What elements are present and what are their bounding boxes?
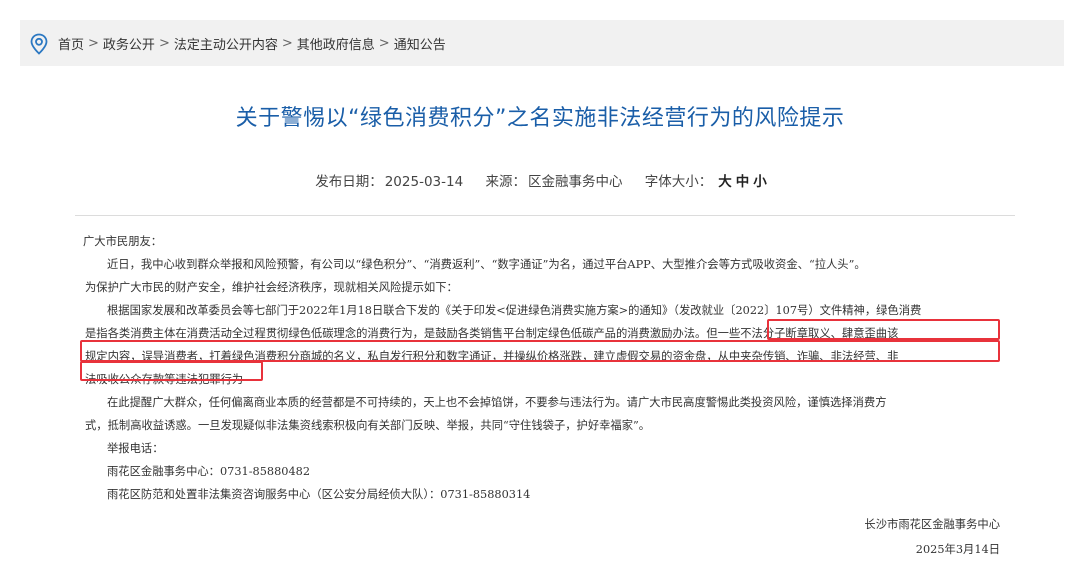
- source-label: 来源：: [485, 174, 526, 190]
- breadcrumb-separator: >: [158, 35, 170, 51]
- breadcrumb-separator: >: [281, 35, 293, 51]
- signature-date: 2025年3月14日: [915, 543, 1000, 556]
- paragraph-line: 近日，我中心收到群众举报和风险预警，有公司以“绿色积分”、“消费返利”、“数字通…: [107, 258, 866, 271]
- source-value: 区金融事务中心: [527, 174, 623, 190]
- paragraph-line: 为保护广大市民的财产安全，维护社会经济秩序，现就相关风险提示如下：: [85, 281, 458, 294]
- breadcrumb-gov-affairs[interactable]: 政务公开: [103, 34, 155, 53]
- report-phone-line: 雨花区金融事务中心：0731-85880482: [107, 465, 311, 478]
- breadcrumb-separator: >: [378, 35, 390, 51]
- highlight-box: [767, 319, 1000, 340]
- font-size-medium-button[interactable]: 中: [736, 174, 750, 190]
- breadcrumb-statutory-content[interactable]: 法定主动公开内容: [174, 34, 278, 53]
- highlight-box: [80, 361, 263, 381]
- breadcrumb-home[interactable]: 首页: [58, 34, 84, 53]
- report-phone-line: 雨花区防范和处置非法集资咨询服务中心（区公安分局经侦大队）：0731-85880…: [107, 488, 531, 501]
- highlight-box: [80, 340, 1000, 362]
- breadcrumb-notices[interactable]: 通知公告: [394, 34, 446, 53]
- paragraph-line: 在此提醒广大群众，任何偏离商业本质的经营都是不可持续的，天上也不会掉馅饼，不要参…: [107, 396, 887, 409]
- greeting: 广大市民朋友：: [83, 235, 163, 248]
- breadcrumb-separator: >: [88, 35, 99, 51]
- font-size-label: 字体大小：: [644, 174, 713, 190]
- page-title: 关于警惕以“绿色消费积分”之名实施非法经营行为的风险提示: [235, 106, 845, 131]
- publish-date-label: 发布日期：: [315, 174, 383, 190]
- publish-date: 2025-03-14: [384, 174, 464, 190]
- signature-org: 长沙市雨花区金融事务中心: [864, 518, 1000, 531]
- font-size-large-button[interactable]: 大: [718, 174, 732, 190]
- divider: [75, 215, 1015, 216]
- font-size-small-button[interactable]: 小: [753, 174, 767, 190]
- paragraph-line: 式，抵制高收益诱惑。一旦发现疑似非法集资线索积极向有关部门反映、举报，共同“守住…: [85, 419, 651, 432]
- location-pin-icon: [30, 33, 48, 55]
- report-label: 举报电话：: [107, 442, 164, 455]
- breadcrumb-other-info[interactable]: 其他政府信息: [297, 34, 375, 53]
- paragraph-text: 是指各类消费主体在消费活动全过程贯彻绿色低碳理念的消费行为，是鼓励各类销售平台制…: [85, 327, 707, 340]
- breadcrumb: 首页 > 政务公开 > 法定主动公开内容 > 其他政府信息 > 通知公告: [20, 20, 1064, 66]
- article-meta: 发布日期： 2025-03-14 来源： 区金融事务中心 字体大小： 大中小: [0, 170, 1080, 190]
